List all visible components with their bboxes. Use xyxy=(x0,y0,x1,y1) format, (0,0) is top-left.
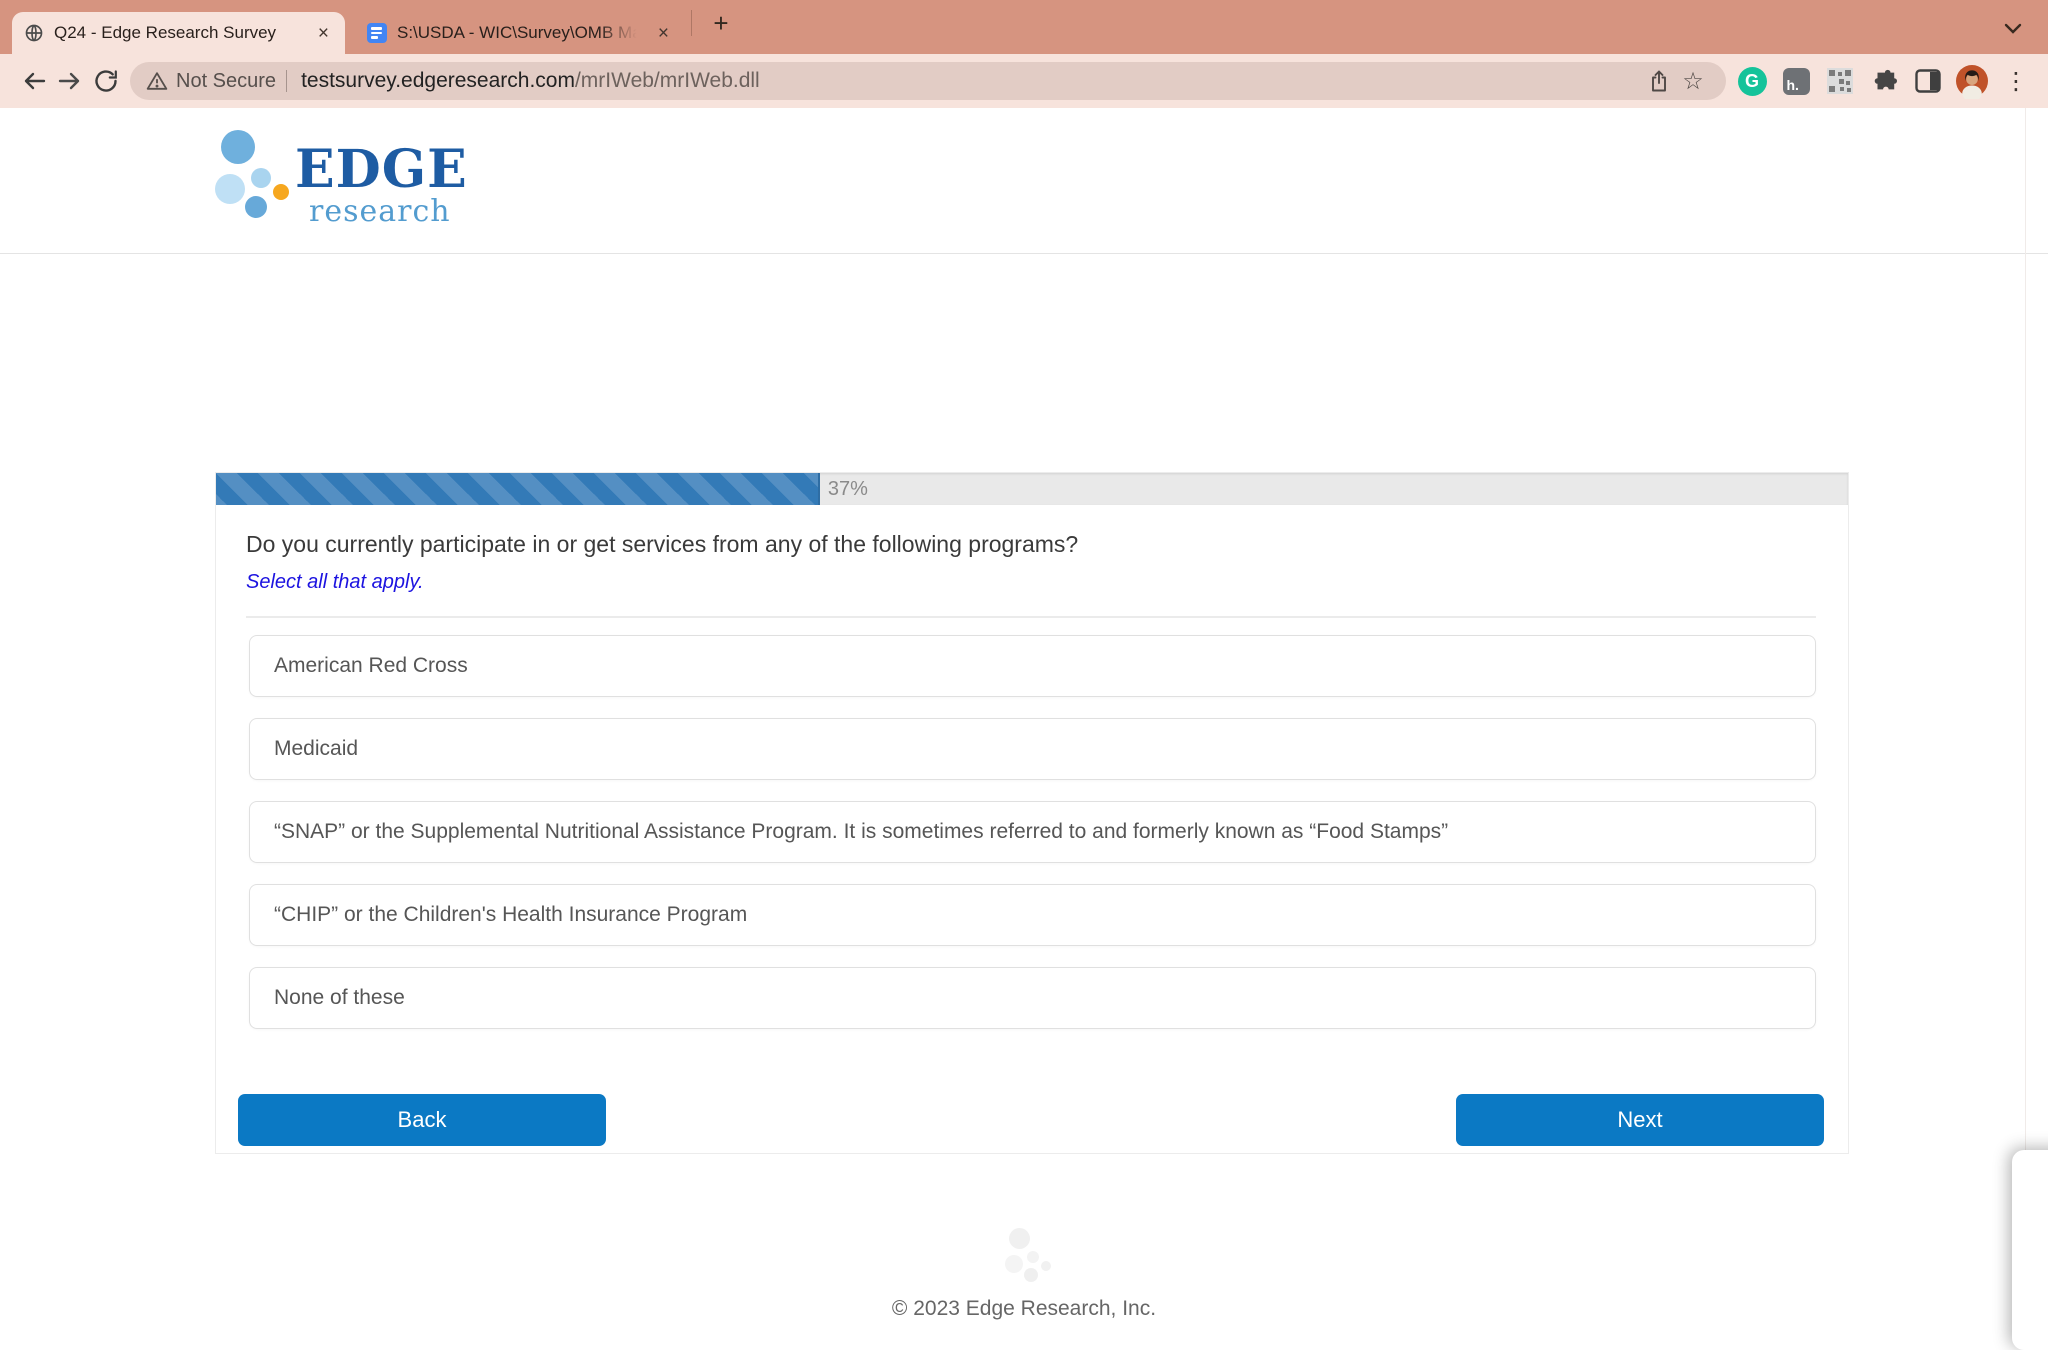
tab-title: S:\USDA - WIC\Survey\OMB Ma xyxy=(397,23,644,43)
site-header: EDGE research xyxy=(0,108,2048,254)
qr-extension-icon[interactable] xyxy=(1824,65,1856,97)
next-button[interactable]: Next xyxy=(1456,1094,1824,1146)
bookmark-star-icon[interactable]: ☆ xyxy=(1676,64,1710,98)
browser-menu-icon[interactable]: ⋮ xyxy=(2000,65,2032,97)
logo-circles-icon xyxy=(213,130,289,230)
logo-subtitle: research xyxy=(309,194,468,229)
h-extension-icon[interactable]: h. xyxy=(1780,65,1812,97)
tab-survey[interactable]: Q24 - Edge Research Survey × xyxy=(12,12,345,54)
options-list: American Red Cross Medicaid “SNAP” or th… xyxy=(249,635,1816,1029)
question-instruction: Select all that apply. xyxy=(246,571,1816,594)
extension-cluster: G h. ⋮ xyxy=(1736,65,2032,97)
security-label: Not Secure xyxy=(176,70,276,93)
tab-divider xyxy=(691,10,692,36)
question-text: Do you currently participate in or get s… xyxy=(246,531,1816,558)
new-tab-button[interactable]: + xyxy=(704,6,738,40)
copyright-text: © 2023 Edge Research, Inc. xyxy=(0,1297,2048,1321)
share-icon[interactable] xyxy=(1642,64,1676,98)
chevron-down-icon[interactable] xyxy=(2004,22,2022,40)
url-text: testsurvey.edgeresearch.com/mrIWeb/mrIWe… xyxy=(301,69,760,93)
option-chip[interactable]: “CHIP” or the Children's Health Insuranc… xyxy=(249,884,1816,946)
close-icon[interactable]: × xyxy=(314,22,333,45)
tab-strip: Q24 - Edge Research Survey × S:\USDA - W… xyxy=(0,0,2048,54)
avatar[interactable] xyxy=(1956,65,1988,97)
edge-research-logo: EDGE research xyxy=(213,130,468,230)
omnibox-divider xyxy=(286,70,287,92)
extensions-puzzle-icon[interactable] xyxy=(1868,65,1900,97)
back-icon[interactable] xyxy=(16,63,52,99)
document-icon xyxy=(367,23,387,43)
back-button[interactable]: Back xyxy=(238,1094,606,1146)
tab-usda-doc[interactable]: S:\USDA - WIC\Survey\OMB Ma × xyxy=(355,12,685,54)
browser-toolbar: Not Secure testsurvey.edgeresearch.com/m… xyxy=(0,54,2048,108)
logo-title: EDGE xyxy=(295,148,468,192)
forward-icon[interactable] xyxy=(52,63,88,99)
tab-title: Q24 - Edge Research Survey xyxy=(54,23,304,43)
reload-icon[interactable] xyxy=(88,63,124,99)
option-american-red-cross[interactable]: American Red Cross xyxy=(249,635,1816,697)
divider xyxy=(246,616,1816,618)
scrollbar-thumb[interactable] xyxy=(2012,1150,2048,1350)
progress-fill xyxy=(216,473,820,505)
address-bar[interactable]: Not Secure testsurvey.edgeresearch.com/m… xyxy=(130,62,1726,100)
globe-icon xyxy=(24,23,44,43)
scrollbar-track[interactable] xyxy=(2025,108,2026,1280)
side-panel-icon[interactable] xyxy=(1912,65,1944,97)
warning-icon xyxy=(146,70,168,92)
grammarly-icon[interactable]: G xyxy=(1736,65,1768,97)
logo-watermark-icon xyxy=(1004,1228,1050,1290)
option-none-of-these[interactable]: None of these xyxy=(249,967,1816,1029)
option-medicaid[interactable]: Medicaid xyxy=(249,718,1816,780)
close-icon[interactable]: × xyxy=(654,22,673,45)
survey-card: 37% Do you currently participate in or g… xyxy=(215,472,1849,1154)
progress-bar: 37% xyxy=(216,473,1848,505)
option-snap[interactable]: “SNAP” or the Supplemental Nutritional A… xyxy=(249,801,1816,863)
survey-page: 37% Do you currently participate in or g… xyxy=(0,254,2048,1333)
progress-label: 37% xyxy=(828,478,868,501)
